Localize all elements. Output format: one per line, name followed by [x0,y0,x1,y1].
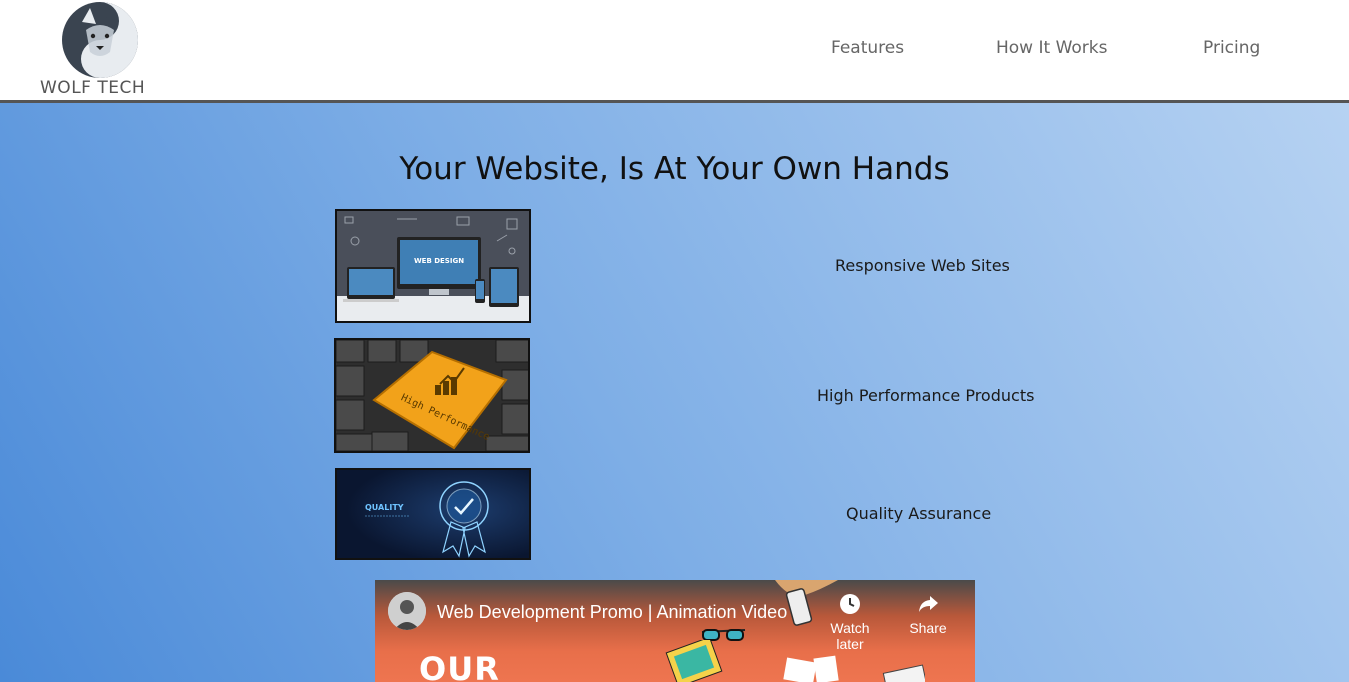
site-header: WOLF TECH Features How It Works Pricing [0,0,1349,103]
watch-later-button[interactable]: Watch later [815,592,885,652]
feature-label-quality: Quality Assurance [846,504,992,523]
person-icon [388,592,426,630]
watch-later-label: Watch later [830,620,870,652]
web-design-illustration: WEB DESIGN [337,211,529,321]
nav-features[interactable]: Features [831,38,904,58]
quality-text: QUALITY [365,503,404,512]
quality-badge-illustration: QUALITY [337,470,529,558]
quality-assurance-image: QUALITY [335,468,531,560]
nav-how-it-works[interactable]: How It Works [996,38,1107,58]
share-button[interactable]: Share [893,592,963,636]
main-nav: Features How It Works Pricing [0,38,1349,62]
feature-label-performance: High Performance Products [817,386,1035,405]
web-design-text: WEB DESIGN [414,257,464,265]
share-label: Share [909,620,947,636]
hero-title: Your Website, Is At Your Own Hands [399,151,950,187]
share-arrow-icon [919,596,938,612]
hero-section: Your Website, Is At Your Own Hands WEB D… [0,103,1349,682]
responsive-web-image: WEB DESIGN [335,209,531,323]
papers-decoration-icon [783,655,925,682]
clock-icon [840,594,860,614]
nav-pricing[interactable]: Pricing [1203,38,1260,58]
feature-label-responsive: Responsive Web Sites [835,256,1010,275]
promo-video-embed[interactable]: Web Development Promo | Animation Video … [375,580,975,682]
channel-avatar[interactable] [388,592,426,630]
video-overlay-text: OUR [419,650,500,682]
brand-name: WOLF TECH [40,78,146,98]
notebook-decoration-icon [665,640,723,682]
keyboard-illustration: High Performance [336,340,528,451]
high-performance-image: High Performance [334,338,530,453]
